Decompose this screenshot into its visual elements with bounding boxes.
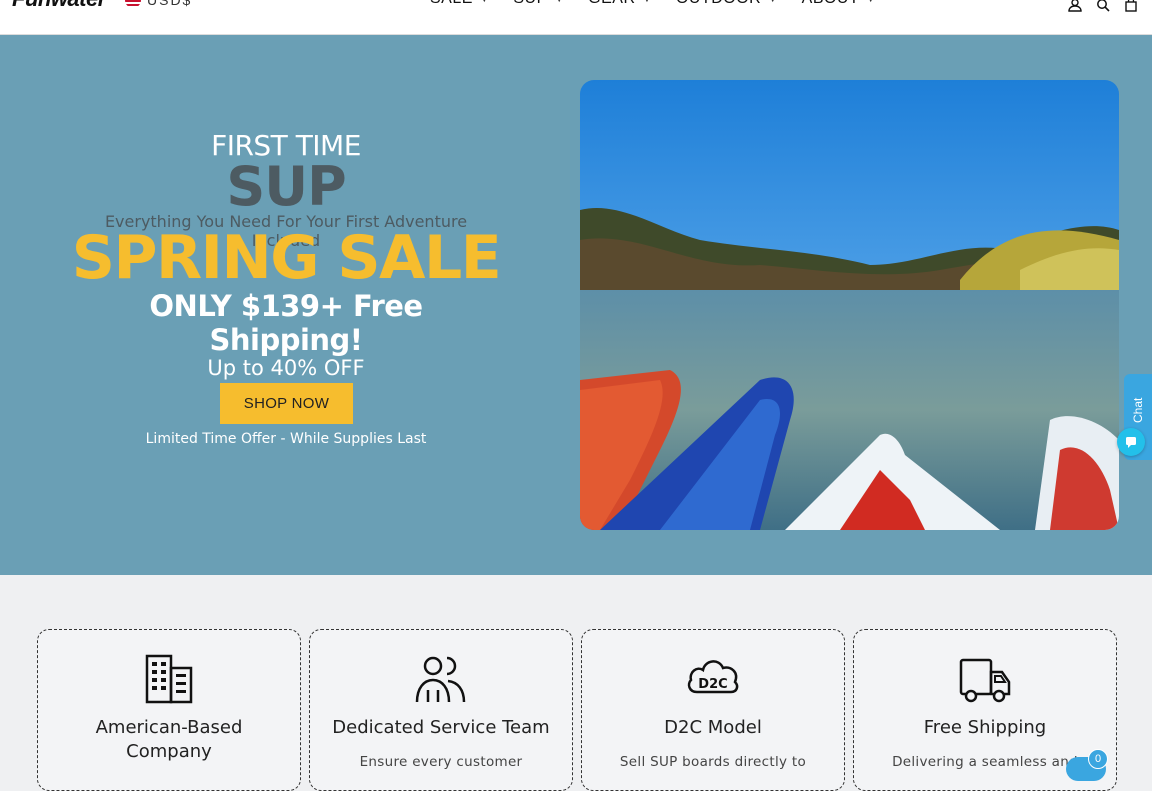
brand-logo[interactable]: Funwater <box>12 0 106 12</box>
hero-sale-heading: SPRING SALE <box>71 223 502 293</box>
nav-label: GEAR <box>588 0 635 8</box>
chevron-down-icon: ▼ <box>643 0 652 4</box>
account-icon[interactable] <box>1068 0 1082 12</box>
d2c-cloud-icon: D2C <box>582 654 844 698</box>
chat-label: Chat <box>1131 397 1145 423</box>
nav-label: SUP <box>513 0 547 8</box>
nav-item-gear[interactable]: GEAR ▼ <box>588 0 652 8</box>
nav-label: ABOUT <box>802 0 860 8</box>
feature-title: Free Shipping <box>864 716 1106 740</box>
nav-item-about[interactable]: ABOUT ▼ <box>802 0 876 8</box>
chevron-down-icon: ▼ <box>555 0 564 4</box>
feature-title-line: D2C Model <box>664 717 762 738</box>
shop-now-button[interactable]: SHOP NOW <box>220 383 353 424</box>
feature-title: D2C Model <box>592 716 834 740</box>
chevron-down-icon: ▼ <box>480 0 489 4</box>
nav-label: SALE <box>430 0 473 8</box>
cart-icon[interactable] <box>1124 0 1138 12</box>
currency-selector[interactable]: USD$ <box>125 0 192 8</box>
chevron-down-icon: ▼ <box>866 0 875 4</box>
feature-title-line: American-Based <box>95 717 243 738</box>
feature-title-line: Dedicated Service Team <box>332 717 550 738</box>
nav-item-sup[interactable]: SUP ▼ <box>513 0 564 8</box>
hero-sup-heading: SUP <box>226 155 346 218</box>
hero-price-line: ONLY $139+ Free Shipping! <box>149 289 423 357</box>
truck-icon <box>854 654 1116 704</box>
features-section: American-Based Company Dedicated Service… <box>0 575 1152 791</box>
feature-card-d2c: D2C D2C Model Sell SUP boards directly t… <box>581 629 845 791</box>
chat-bubble-icon[interactable] <box>1117 428 1145 456</box>
hero-banner: FIRST TIME SUP Everything You Need For Y… <box>0 35 1152 575</box>
us-flag-icon <box>125 0 141 8</box>
nav-item-sale[interactable]: SALE ▼ <box>430 0 489 8</box>
feature-card-company: American-Based Company <box>37 629 301 791</box>
site-header: Funwater USD$ SALE ▼ SUP ▼ GEAR ▼ OUTDOO… <box>0 0 1152 35</box>
header-actions <box>1068 0 1138 12</box>
hero-photo <box>580 80 1119 530</box>
main-nav: SALE ▼ SUP ▼ GEAR ▼ OUTDOOR ▼ ABOUT ▼ <box>430 0 876 8</box>
feature-title: Dedicated Service Team <box>320 716 562 740</box>
search-icon[interactable] <box>1096 0 1110 12</box>
building-icon <box>38 654 300 704</box>
feature-title: American-Based Company <box>48 716 290 764</box>
feature-title-line: Company <box>126 741 212 762</box>
d2c-icon-text: D2C <box>698 677 727 692</box>
nav-item-outdoor[interactable]: OUTDOOR ▼ <box>676 0 778 8</box>
hero-discount: Up to 40% OFF <box>207 356 365 380</box>
feature-card-service: Dedicated Service Team Ensure every cust… <box>309 629 573 791</box>
currency-label: USD$ <box>147 0 193 8</box>
cart-count-badge: 0 <box>1088 749 1108 769</box>
feature-title-line: Free Shipping <box>923 717 1047 738</box>
nav-label: OUTDOOR <box>676 0 761 8</box>
chevron-down-icon: ▼ <box>768 0 777 4</box>
team-icon <box>310 654 572 704</box>
hero-offer-note: Limited Time Offer - While Supplies Last <box>145 431 427 447</box>
